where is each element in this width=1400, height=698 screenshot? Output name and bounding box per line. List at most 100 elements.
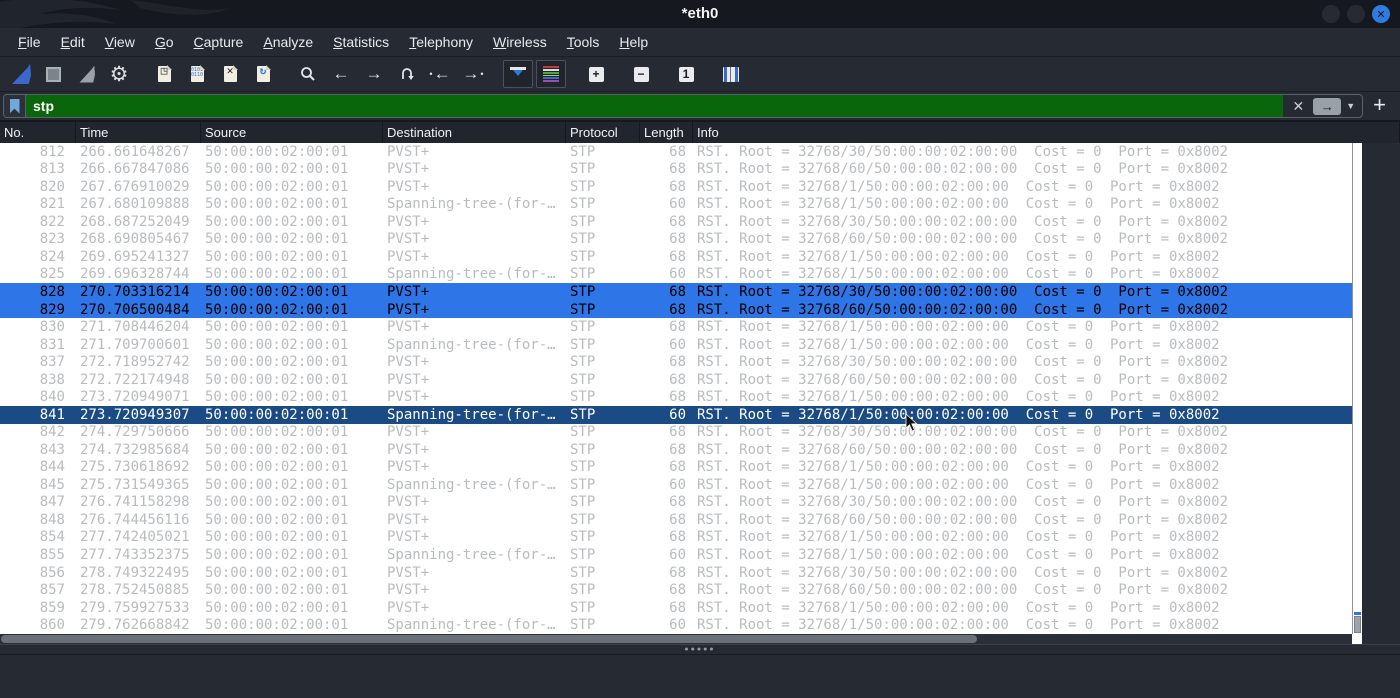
packet-source: 50:00:00:02:00:01 [205, 406, 349, 423]
lower-pane [0, 654, 1400, 698]
menu-item-go[interactable]: Go [145, 30, 184, 54]
packet-info: RST. Root = 32768/1/50:00:00:02:00:00 Co… [697, 529, 1220, 546]
packet-no: 830 [39, 319, 65, 336]
packet-row[interactable]: 823 268.690805467 50:00:00:02:00:01 PVST… [0, 230, 1352, 249]
menu-item-telephony[interactable]: Telephony [399, 30, 483, 54]
packet-time: 278.749322495 [80, 564, 190, 581]
pane-splitter[interactable]: ●●●●● [0, 644, 1400, 654]
go-last-packet-button[interactable]: → • [458, 60, 488, 88]
vertical-scrollbar[interactable] [1352, 143, 1361, 634]
packet-row[interactable]: 859 279.759927533 50:00:00:02:00:01 PVST… [0, 598, 1352, 617]
filter-dropdown-caret-icon[interactable]: ▼ [1346, 101, 1355, 111]
packet-row[interactable]: 842 274.729750666 50:00:00:02:00:01 PVST… [0, 423, 1352, 442]
packet-length: 68 [669, 599, 686, 616]
menu-item-capture[interactable]: Capture [184, 30, 254, 54]
minimize-button[interactable] [1322, 5, 1340, 23]
horizontal-scrollbar[interactable] [0, 634, 1400, 644]
maximize-button[interactable] [1347, 5, 1365, 23]
packet-row[interactable]: 828 270.703316214 50:00:00:02:00:01 PVST… [0, 283, 1352, 301]
packet-length: 68 [669, 564, 686, 581]
packet-row[interactable]: 829 270.706500484 50:00:00:02:00:01 PVST… [0, 300, 1352, 319]
normal-size-button[interactable]: 1 [671, 60, 701, 88]
packet-destination: PVST+ [387, 599, 430, 616]
add-filter-button-button[interactable]: + [1363, 94, 1394, 118]
packet-destination: Spanning-tree-(for-… [387, 266, 556, 283]
column-header-destination[interactable]: Destination [383, 122, 566, 143]
apply-filter-button[interactable]: → [1313, 97, 1342, 115]
close-button[interactable]: ✕ [1372, 5, 1390, 23]
packet-protocol: STP [570, 424, 596, 441]
packet-protocol: STP [570, 617, 596, 634]
packet-row[interactable]: 812 266.661648267 50:00:00:02:00:01 PVST… [0, 143, 1352, 161]
column-header-length[interactable]: Length [640, 122, 693, 143]
packet-no: 828 [39, 284, 65, 301]
zoom-out-button[interactable]: − [626, 60, 656, 88]
find-packet-button[interactable] [293, 60, 323, 88]
packet-row[interactable]: 824 269.695241327 50:00:00:02:00:01 PVST… [0, 248, 1352, 266]
packet-row[interactable]: 838 272.722174948 50:00:00:02:00:01 PVST… [0, 370, 1352, 389]
reload-file-button[interactable]: ↻ [248, 60, 278, 88]
restart-capture-button[interactable] [71, 60, 101, 88]
packet-row[interactable]: 847 276.741158298 50:00:00:02:00:01 PVST… [0, 493, 1352, 512]
packet-row[interactable]: 854 277.742405021 50:00:00:02:00:01 PVST… [0, 528, 1352, 547]
packet-row[interactable]: 857 278.752450885 50:00:00:02:00:01 PVST… [0, 581, 1352, 599]
open-file-button[interactable]: ◳ [149, 60, 179, 88]
packet-info: RST. Root = 32768/1/50:00:00:02:00:00 Co… [697, 617, 1220, 634]
packet-no: 842 [39, 424, 65, 441]
colorize-button[interactable] [536, 60, 566, 88]
clear-filter-icon[interactable]: ✕ [1283, 98, 1313, 115]
column-header-protocol[interactable]: Protocol [566, 122, 640, 143]
packet-row[interactable]: 830 271.708446204 50:00:00:02:00:01 PVST… [0, 318, 1352, 336]
column-header-info[interactable]: Info [693, 122, 1400, 143]
packet-row[interactable]: 856 278.749322495 50:00:00:02:00:01 PVST… [0, 563, 1352, 582]
start-capture-button[interactable] [5, 60, 35, 88]
packet-row[interactable]: 844 275.730618692 50:00:00:02:00:01 PVST… [0, 458, 1352, 477]
packet-row[interactable]: 821 267.680109888 50:00:00:02:00:01 Span… [0, 195, 1352, 214]
save-file-button[interactable]: 0101 0110 [182, 60, 212, 88]
packet-time: 279.762668842 [80, 617, 190, 634]
menu-item-file[interactable]: File [8, 30, 51, 54]
packet-row[interactable]: 841 273.720949307 50:00:00:02:00:01 Span… [0, 405, 1352, 424]
packet-time: 275.731549365 [80, 476, 190, 493]
packet-time: 276.744456116 [80, 511, 190, 528]
packet-row[interactable]: 848 276.744456116 50:00:00:02:00:01 PVST… [0, 511, 1352, 529]
go-first-packet-button[interactable]: • ← [425, 60, 455, 88]
auto-scroll-button[interactable] [503, 60, 533, 88]
capture-options-button[interactable]: ⚙ [104, 60, 134, 88]
close-file-button[interactable]: ✕ [215, 60, 245, 88]
packet-no: 823 [39, 231, 65, 248]
packet-row[interactable]: 831 271.709700601 50:00:00:02:00:01 Span… [0, 335, 1352, 354]
packet-row[interactable]: 860 279.762668842 50:00:00:02:00:01 Span… [0, 616, 1352, 634]
go-forward-button[interactable]: → [359, 60, 389, 88]
menu-item-help[interactable]: Help [609, 30, 658, 54]
packet-row[interactable]: 813 266.667847086 50:00:00:02:00:01 PVST… [0, 160, 1352, 179]
packet-row[interactable]: 845 275.731549365 50:00:00:02:00:01 Span… [0, 476, 1352, 494]
menu-item-edit[interactable]: Edit [51, 30, 95, 54]
vertical-scrollbar-thumb[interactable] [1354, 616, 1361, 633]
packet-row[interactable]: 837 272.718952742 50:00:00:02:00:01 PVST… [0, 353, 1352, 371]
packet-row[interactable]: 855 277.743352375 50:00:00:02:00:01 Span… [0, 546, 1352, 564]
packet-row[interactable]: 822 268.687252049 50:00:00:02:00:01 PVST… [0, 213, 1352, 231]
packet-row[interactable]: 840 273.720949071 50:00:00:02:00:01 PVST… [0, 388, 1352, 406]
packet-destination: PVST+ [387, 582, 430, 599]
packet-row[interactable]: 843 274.732985684 50:00:00:02:00:01 PVST… [0, 441, 1352, 459]
packet-no: 845 [39, 476, 65, 493]
horizontal-scrollbar-thumb[interactable] [1, 635, 977, 643]
menu-item-view[interactable]: View [95, 30, 145, 54]
column-header-source[interactable]: Source [201, 122, 383, 143]
zoom-in-button[interactable]: + [581, 60, 611, 88]
packet-row[interactable]: 820 267.676910029 50:00:00:02:00:01 PVST… [0, 178, 1352, 196]
menu-item-analyze[interactable]: Analyze [253, 30, 323, 54]
packet-row[interactable]: 825 269.696328744 50:00:00:02:00:01 Span… [0, 265, 1352, 284]
column-header-no[interactable]: No. [0, 122, 76, 143]
go-back-button[interactable]: ← [326, 60, 356, 88]
menu-item-wireless[interactable]: Wireless [483, 30, 557, 54]
stop-capture-button[interactable] [38, 60, 68, 88]
display-filter-input[interactable]: stp [26, 95, 1284, 117]
go-to-packet-button[interactable] [392, 60, 422, 88]
menu-item-statistics[interactable]: Statistics [323, 30, 399, 54]
menu-item-tools[interactable]: Tools [557, 30, 610, 54]
column-header-time[interactable]: Time [76, 122, 201, 143]
resize-columns-button[interactable] [716, 60, 746, 88]
filter-bookmark-button[interactable] [4, 95, 26, 117]
